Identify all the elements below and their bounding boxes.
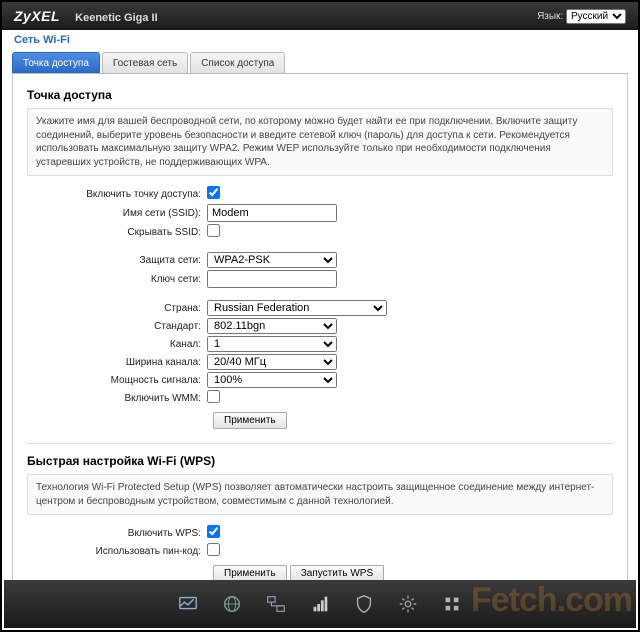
hide-ssid-label: Скрывать SSID: [27,227,207,238]
language-select[interactable]: Русский [566,9,626,24]
wps-pin-checkbox[interactable] [207,543,220,556]
width-label: Ширина канала: [27,357,207,368]
country-select[interactable]: Russian Federation [207,300,387,316]
ssid-input[interactable] [207,204,337,222]
channel-label: Канал: [27,339,207,350]
standard-select[interactable]: 802.11bgn [207,318,337,334]
key-label: Ключ сети: [27,274,207,285]
globe-icon[interactable] [221,593,243,615]
country-label: Страна: [27,303,207,314]
ap-apply-button[interactable]: Применить [213,412,287,429]
apps-icon[interactable] [441,593,463,615]
breadcrumb: Сеть Wi-Fi [2,30,638,48]
wps-pin-label: Использовать пин-код: [27,546,207,557]
gear-icon[interactable] [397,593,419,615]
language-switcher: Язык: Русский [537,9,626,24]
shield-icon[interactable] [353,593,375,615]
wifi-icon[interactable] [309,593,331,615]
model-name: Keenetic Giga II [75,12,158,24]
network-icon[interactable] [265,593,287,615]
standard-label: Стандарт: [27,321,207,332]
tab-access-point[interactable]: Точка доступа [12,52,100,73]
security-label: Защита сети: [27,255,207,266]
brand-logo: ZyXEL [14,8,60,24]
enable-ap-checkbox[interactable] [207,186,220,199]
power-select[interactable]: 100% [207,372,337,388]
ap-info-text: Укажите имя для вашей беспроводной сети,… [27,108,613,176]
wps-enable-checkbox[interactable] [207,525,220,538]
tab-access-list[interactable]: Список доступа [190,52,285,73]
wps-section-title: Быстрая настройка Wi-Fi (WPS) [27,454,613,468]
width-select[interactable]: 20/40 МГц [207,354,337,370]
ap-section-title: Точка доступа [27,88,613,102]
wmm-label: Включить WMM: [27,393,207,404]
enable-ap-label: Включить точку доступа: [27,189,207,200]
ssid-label: Имя сети (SSID): [27,208,207,219]
wps-info-text: Технология Wi-Fi Protected Setup (WPS) п… [27,474,613,515]
language-label: Язык: [537,11,563,22]
power-label: Мощность сигнала: [27,375,207,386]
key-input[interactable] [207,270,337,288]
app-header: ZyXEL Keenetic Giga II Язык: Русский [2,2,638,30]
wmm-checkbox[interactable] [207,390,220,403]
security-select[interactable]: WPA2-PSK [207,252,337,268]
hide-ssid-checkbox[interactable] [207,224,220,237]
section-divider [27,443,613,444]
tab-guest-network[interactable]: Гостевая сеть [102,52,188,73]
monitor-icon[interactable] [177,593,199,615]
channel-select[interactable]: 1 [207,336,337,352]
tab-bar: Точка доступа Гостевая сеть Список досту… [12,52,628,74]
footer-nav [4,580,636,628]
wps-enable-label: Включить WPS: [27,528,207,539]
settings-panel: Точка доступа Укажите имя для вашей бесп… [12,74,628,584]
